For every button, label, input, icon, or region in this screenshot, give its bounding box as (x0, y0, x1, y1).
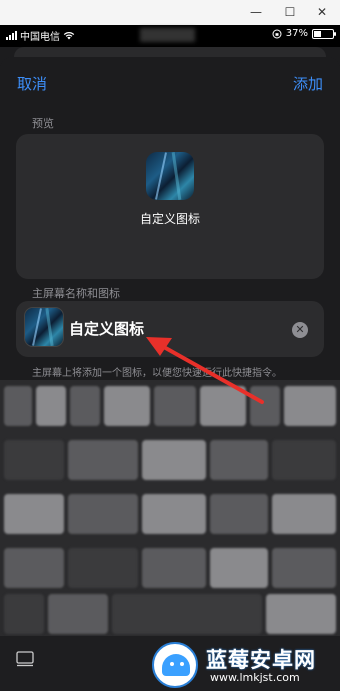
keyboard-key[interactable] (68, 440, 138, 480)
keyboard-key[interactable] (210, 548, 268, 588)
window-chrome: — ☐ ✕ (0, 0, 340, 25)
keyboard-key[interactable] (68, 494, 138, 534)
keyboard-key[interactable] (4, 440, 64, 480)
keyboard-key[interactable] (142, 440, 206, 480)
minimize-icon[interactable]: — (246, 3, 266, 21)
keyboard-key[interactable] (104, 386, 150, 426)
keyboard-key[interactable] (48, 594, 108, 634)
keyboard-key[interactable] (68, 548, 138, 588)
keyboard-key[interactable] (36, 386, 66, 426)
wifi-icon (63, 31, 75, 40)
watermark-url: www.lmkjst.com (210, 671, 300, 684)
home-screen-hint: 主屏幕上将添加一个图标，以便您快速运行此快捷指令。 (32, 368, 282, 379)
keyboard-key[interactable] (4, 386, 32, 426)
keyboard-key[interactable] (250, 386, 280, 426)
maximize-icon[interactable]: ☐ (280, 3, 300, 21)
battery-percent: 37% (285, 28, 308, 39)
choose-icon-button[interactable] (24, 307, 64, 347)
keyboard-key[interactable] (272, 440, 336, 480)
keyboard-key[interactable] (200, 386, 246, 426)
keyboard-key[interactable] (142, 494, 206, 534)
keyboard-switch-icon[interactable] (16, 650, 34, 668)
keyboard-key[interactable] (210, 494, 268, 534)
keyboard-key[interactable] (154, 386, 196, 426)
signal-icon (6, 31, 17, 40)
name-and-icon-row: 自定义图标 ✕ (16, 301, 324, 357)
keyboard-key[interactable] (4, 548, 64, 588)
keyboard-key[interactable] (142, 548, 206, 588)
keyboard-key[interactable] (4, 494, 64, 534)
battery-icon (312, 28, 336, 39)
preview-app-name: 自定义图标 (139, 212, 200, 226)
watermark-title: 蓝莓安卓网 (206, 648, 316, 672)
keyboard-key[interactable] (272, 494, 336, 534)
cancel-button[interactable]: 取消 (17, 73, 47, 94)
android-logo-icon (152, 642, 198, 688)
keyboard-key[interactable] (210, 440, 268, 480)
clear-text-icon[interactable]: ✕ (292, 322, 308, 338)
redacted-area (140, 28, 195, 42)
lock-rotation-icon (272, 29, 282, 38)
home-screen-name-input[interactable]: 自定义图标 (69, 318, 144, 339)
keyboard-key[interactable] (272, 548, 336, 588)
keyboard-key[interactable] (70, 386, 100, 426)
preview-section-label: 预览 (32, 117, 54, 130)
keyboard-space-key[interactable] (112, 594, 262, 634)
home-screen-section-label: 主屏幕名称和图标 (32, 287, 120, 300)
carrier-name: 中国电信 (20, 32, 60, 43)
keyboard-key[interactable] (266, 594, 336, 634)
keyboard-key[interactable] (284, 386, 336, 426)
add-button[interactable]: 添加 (293, 73, 323, 94)
close-icon[interactable]: ✕ (312, 3, 332, 21)
watermark: 蓝莓安卓网 www.lmkjst.com (150, 640, 340, 690)
preview-card: 自定义图标 (16, 134, 324, 279)
keyboard-key[interactable] (4, 594, 44, 634)
shortcut-app-icon (146, 152, 194, 200)
